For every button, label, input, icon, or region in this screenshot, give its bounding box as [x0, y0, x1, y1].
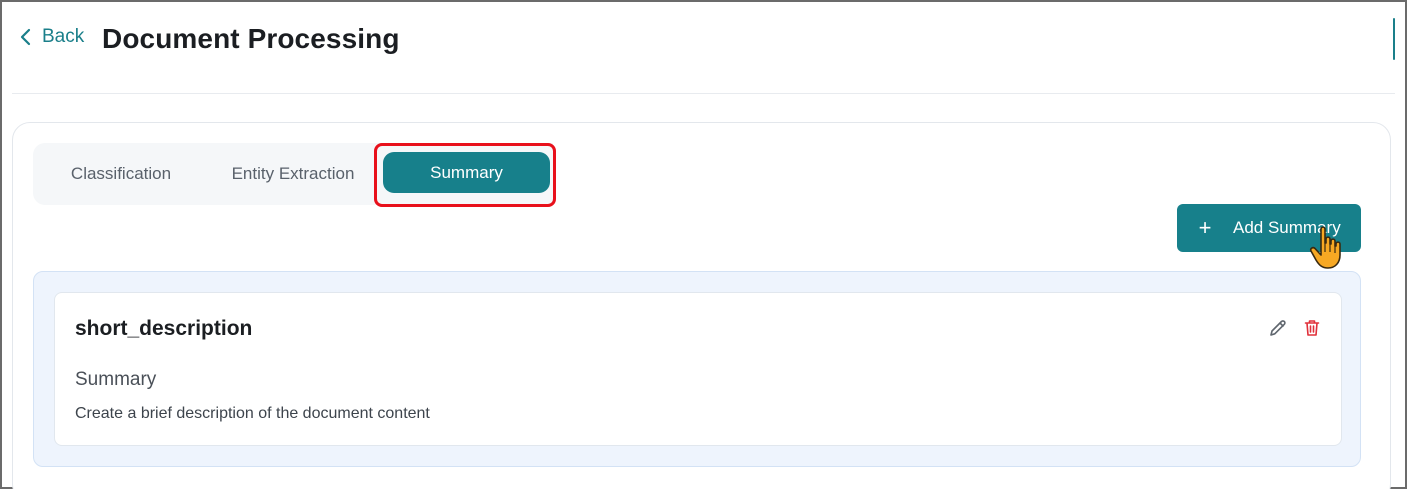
summary-name: short_description — [75, 317, 253, 340]
header-divider — [12, 93, 1395, 94]
add-summary-label: Add Summary — [1233, 218, 1341, 237]
summary-list: short_description Summary Create a brief… — [33, 271, 1361, 467]
edit-summary-button[interactable] — [1267, 317, 1289, 339]
page-header: Back Document Processing — [2, 2, 1405, 94]
add-summary-button[interactable]: + Add Summary — [1177, 204, 1361, 252]
app-window: Back Document Processing Classification … — [0, 0, 1407, 489]
summary-card: short_description Summary Create a brief… — [54, 292, 1342, 446]
back-button[interactable]: Back — [18, 26, 84, 48]
header-accent-bar — [1393, 18, 1395, 60]
chevron-left-icon — [20, 28, 31, 46]
plus-icon: + — [1198, 215, 1212, 240]
pencil-icon — [1270, 320, 1286, 336]
summary-description: Create a brief description of the docume… — [75, 405, 430, 422]
trash-icon — [1304, 320, 1320, 336]
tab-entity-extraction[interactable]: Entity Extraction — [223, 143, 363, 205]
summary-type: Summary — [75, 369, 157, 390]
tab-summary[interactable]: Summary — [383, 152, 550, 193]
page-title: Document Processing — [102, 23, 400, 54]
back-label: Back — [42, 26, 85, 47]
content-panel: Classification Entity Extraction Summary… — [12, 122, 1391, 489]
tab-classification[interactable]: Classification — [58, 143, 184, 205]
delete-summary-button[interactable] — [1301, 317, 1323, 339]
tab-bar: Classification Entity Extraction Summary — [33, 143, 553, 205]
